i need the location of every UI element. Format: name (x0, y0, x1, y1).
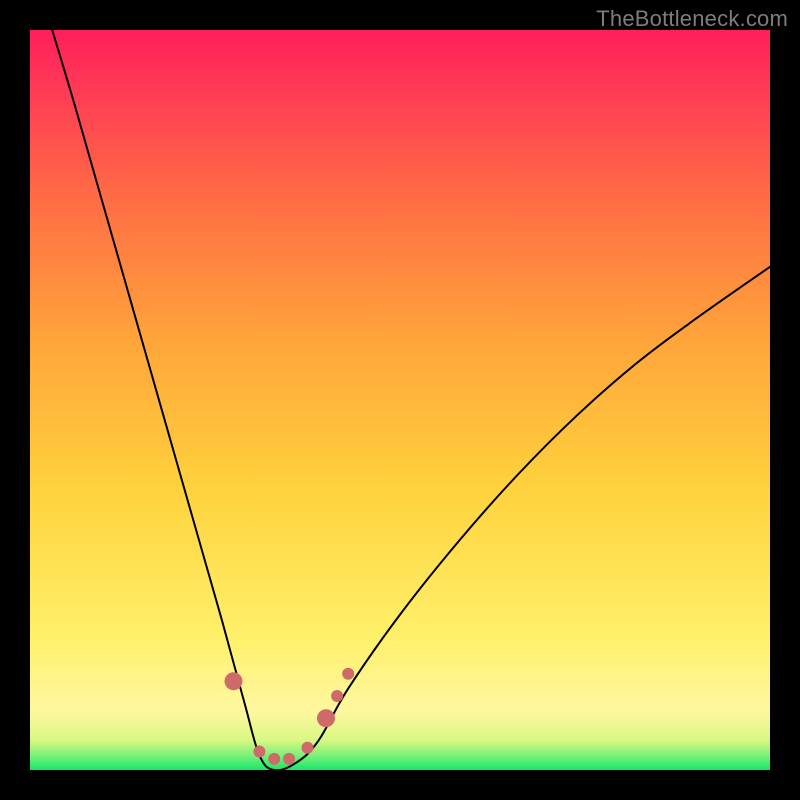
marker-dot (302, 742, 314, 754)
marker-dot (317, 709, 335, 727)
watermark-text: TheBottleneck.com (596, 6, 788, 32)
marker-dot (342, 668, 354, 680)
marker-dot (225, 672, 243, 690)
plot-area (30, 30, 770, 770)
marker-dot (253, 746, 265, 758)
chart-frame: TheBottleneck.com (0, 0, 800, 800)
bottleneck-chart (30, 30, 770, 770)
marker-dot (268, 753, 280, 765)
marker-dot (331, 690, 343, 702)
gradient-background (30, 30, 770, 770)
marker-dot (283, 753, 295, 765)
